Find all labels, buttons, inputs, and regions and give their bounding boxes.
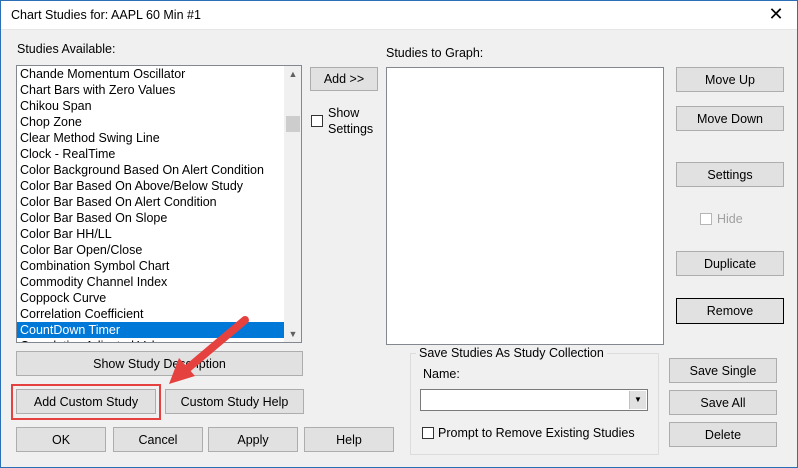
list-item[interactable]: Chart Bars with Zero Values: [17, 82, 301, 98]
show-settings-checkbox[interactable]: [311, 115, 323, 127]
close-icon[interactable]: ✕: [765, 4, 787, 24]
studies-available-items: Chande Momentum Oscillator Chart Bars wit…: [17, 66, 301, 342]
save-all-button[interactable]: Save All: [669, 390, 777, 415]
studies-to-graph-list[interactable]: [386, 67, 664, 345]
move-down-button[interactable]: Move Down: [676, 106, 784, 131]
window-title: Chart Studies for: AAPL 60 Min #1: [11, 8, 201, 22]
collection-name-combobox[interactable]: ▼: [420, 389, 648, 411]
show-settings-label-line1: Show: [328, 106, 360, 120]
save-collection-group-title: Save Studies As Study Collection: [416, 346, 607, 360]
ok-button[interactable]: OK: [16, 427, 106, 452]
list-item[interactable]: Commodity Channel Index: [17, 274, 301, 290]
hide-checkbox[interactable]: [700, 213, 712, 225]
list-item[interactable]: Clock - RealTime: [17, 146, 301, 162]
list-item[interactable]: Color Bar HH/LL: [17, 226, 301, 242]
scroll-up-arrow-icon[interactable]: ▲: [285, 66, 301, 82]
annotation-arrow-icon: [169, 316, 249, 384]
list-item[interactable]: Color Bar Based On Alert Condition: [17, 194, 301, 210]
show-settings-label-line2: Settings: [328, 122, 374, 136]
list-item[interactable]: Color Bar Open/Close: [17, 242, 301, 258]
collection-name-label: Name:: [423, 367, 460, 381]
list-item[interactable]: Clear Method Swing Line: [17, 130, 301, 146]
duplicate-button[interactable]: Duplicate: [676, 251, 784, 276]
list-item[interactable]: Combination Symbol Chart: [17, 258, 301, 274]
save-single-button[interactable]: Save Single: [669, 358, 777, 383]
list-item[interactable]: Coppock Curve: [17, 290, 301, 306]
add-study-button[interactable]: Add >>: [310, 67, 378, 91]
help-button[interactable]: Help: [304, 427, 394, 452]
settings-button[interactable]: Settings: [676, 162, 784, 187]
studies-to-graph-label: Studies to Graph:: [386, 46, 484, 60]
scroll-thumb[interactable]: [286, 116, 300, 132]
delete-button[interactable]: Delete: [669, 422, 777, 447]
move-up-button[interactable]: Move Up: [676, 67, 784, 92]
list-item[interactable]: Chande Momentum Oscillator: [17, 66, 301, 82]
cancel-button[interactable]: Cancel: [113, 427, 203, 452]
list-item[interactable]: Color Bar Based On Above/Below Study: [17, 178, 301, 194]
prompt-remove-label: Prompt to Remove Existing Studies: [438, 426, 635, 440]
scroll-down-arrow-icon[interactable]: ▼: [285, 326, 301, 342]
list-item[interactable]: Color Background Based On Alert Conditio…: [17, 162, 301, 178]
annotation-highlight-box: [11, 384, 161, 420]
apply-button[interactable]: Apply: [208, 427, 298, 452]
list-item[interactable]: Chop Zone: [17, 114, 301, 130]
studies-available-label: Studies Available:: [17, 42, 116, 56]
studies-available-list[interactable]: Chande Momentum Oscillator Chart Bars wit…: [16, 65, 302, 343]
prompt-remove-checkbox[interactable]: [422, 427, 434, 439]
title-bar: Chart Studies for: AAPL 60 Min #1 ✕: [1, 1, 797, 30]
studies-list-scrollbar[interactable]: ▲ ▼: [284, 66, 301, 342]
dropdown-arrow-icon[interactable]: ▼: [629, 391, 646, 409]
list-item[interactable]: Chikou Span: [17, 98, 301, 114]
hide-label: Hide: [717, 212, 743, 226]
list-item[interactable]: Color Bar Based On Slope: [17, 210, 301, 226]
chart-studies-dialog: Chart Studies for: AAPL 60 Min #1 ✕ Stud…: [0, 0, 798, 468]
remove-button[interactable]: Remove: [676, 298, 784, 324]
